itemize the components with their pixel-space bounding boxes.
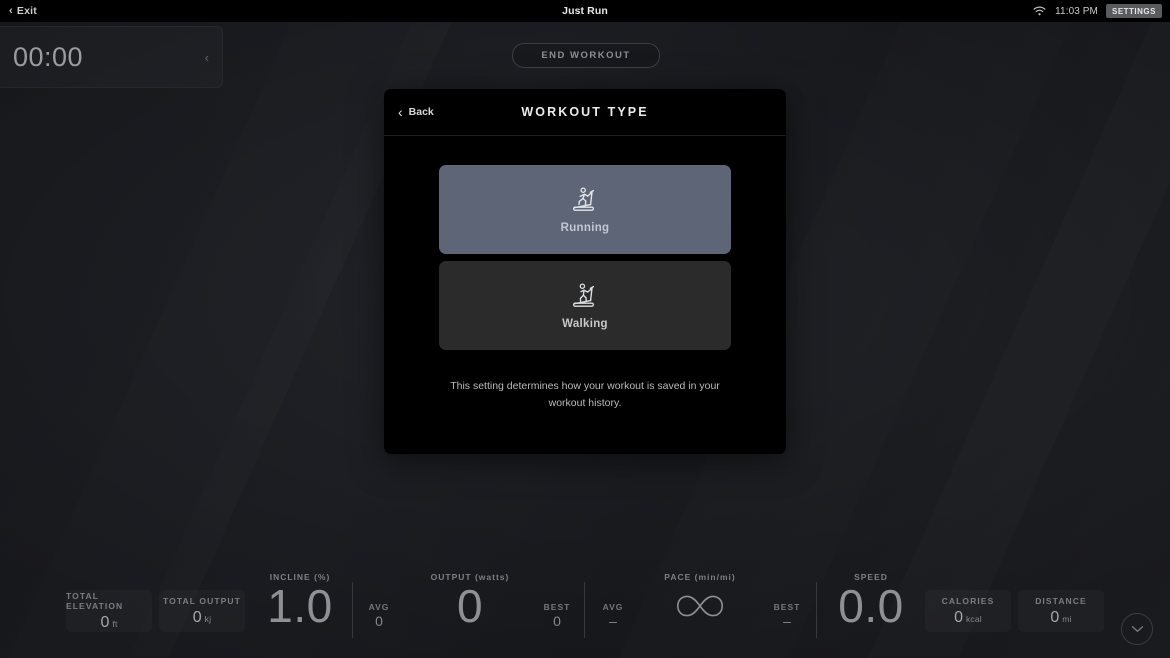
metric-label: BEST <box>773 602 801 612</box>
metric-total-output: TOTAL OUTPUT 0 kj <box>159 590 245 632</box>
treadmill-screen: ‹ Exit Just Run 11:03 PM SETTINGS 00:00 … <box>0 0 1170 658</box>
status-bar: ‹ Exit Just Run 11:03 PM SETTINGS <box>0 0 1170 22</box>
treadmill-running-icon <box>568 185 602 213</box>
metric-label: DISTANCE <box>1035 595 1087 606</box>
metric-value: 0 <box>100 613 110 631</box>
metric-value: 0 <box>954 608 963 626</box>
chevron-down-icon <box>1131 620 1144 638</box>
chevron-left-icon[interactable]: ‹ <box>205 51 209 64</box>
metric-value: 0 <box>192 608 202 626</box>
end-workout-button[interactable]: END WORKOUT <box>512 43 660 68</box>
settings-button[interactable]: SETTINGS <box>1105 4 1162 18</box>
metric-unit: kcal <box>965 613 982 624</box>
workout-type-note: This setting determines how your workout… <box>450 380 720 409</box>
metric-pace-avg: AVG – <box>590 602 636 630</box>
modal-header: ‹ Back WORKOUT TYPE <box>384 89 786 136</box>
metric-unit: mi <box>1062 613 1072 624</box>
workout-type-option-label: Walking <box>562 318 608 330</box>
metric-speed: SPEED 0.0 <box>818 572 924 630</box>
metric-value: 0 <box>1050 608 1060 626</box>
treadmill-walking-icon <box>568 281 602 309</box>
status-bar-right: 11:03 PM SETTINGS <box>1032 4 1162 18</box>
metric-calories: CALORIES 0 kcal <box>925 590 1011 632</box>
metric-value: 1.0 <box>267 580 333 632</box>
wifi-icon <box>1032 5 1047 17</box>
infinity-icon <box>668 589 732 623</box>
metric-label: TOTAL ELEVATION <box>66 590 124 611</box>
metric-unit: ft <box>112 618 118 629</box>
metric-divider <box>584 582 585 638</box>
workout-title: Just Run <box>562 5 608 17</box>
timer-panel: 00:00 ‹ <box>0 26 223 88</box>
metric-label: AVG <box>602 602 624 612</box>
metric-value: 0 <box>456 580 484 632</box>
metric-distance: DISTANCE 0 mi <box>1018 590 1104 632</box>
metric-value: – <box>609 613 617 629</box>
metric-label: BEST <box>543 602 571 612</box>
metrics-bar: TOTAL ELEVATION 0 ft TOTAL OUTPUT 0 kj I… <box>0 564 1170 658</box>
metric-label: TOTAL OUTPUT <box>163 595 241 606</box>
clock: 11:03 PM <box>1055 5 1098 17</box>
metrics-collapse-button[interactable] <box>1121 613 1153 645</box>
metric-output-best: BEST 0 <box>534 602 580 630</box>
metric-value: 0 <box>553 613 561 629</box>
metric-total-elevation: TOTAL ELEVATION 0 ft <box>66 590 152 632</box>
metric-incline-avg: AVG 0 <box>356 602 402 630</box>
modal-body: Running Walking This setting determines … <box>384 136 786 412</box>
modal-title: WORKOUT TYPE <box>521 105 649 119</box>
metric-incline: INCLINE (%) 1.0 <box>242 572 358 630</box>
metric-divider <box>816 582 817 638</box>
metric-value: 0.0 <box>838 580 904 632</box>
timer-value: 00:00 <box>13 41 84 72</box>
metric-pace: PACE (min/mi) <box>642 572 758 630</box>
metric-label: AVG <box>368 602 390 612</box>
workout-type-option-label: Running <box>560 222 610 234</box>
metric-value: – <box>783 613 791 629</box>
metric-label: CALORIES <box>941 595 995 606</box>
metric-output: OUTPUT (watts) 0 <box>412 572 528 630</box>
workout-type-option-running[interactable]: Running <box>439 165 731 254</box>
metric-value: 0 <box>375 613 383 629</box>
metric-divider <box>352 582 353 638</box>
metric-label: PACE (min/mi) <box>664 572 736 582</box>
workout-type-modal: ‹ Back WORKOUT TYPE Running Walking This… <box>384 89 786 454</box>
metric-unit: kj <box>204 613 212 624</box>
workout-type-option-walking[interactable]: Walking <box>439 261 731 350</box>
metric-pace-best: BEST – <box>764 602 810 630</box>
